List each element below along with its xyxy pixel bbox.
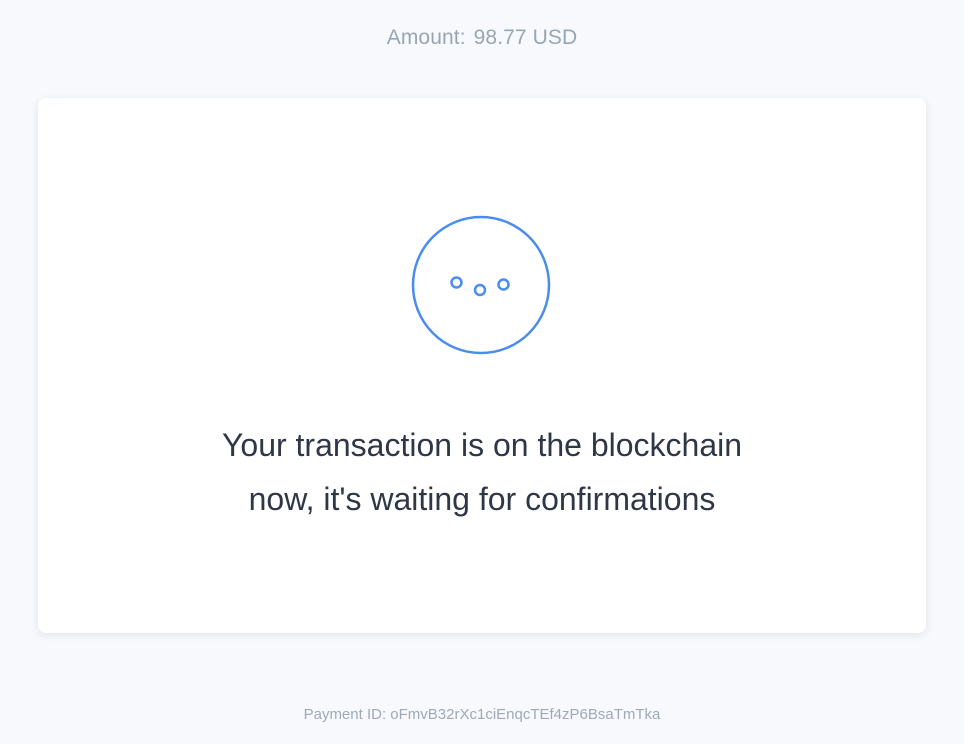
status-message: Your transaction is on the blockchain no… xyxy=(38,418,926,526)
status-dot-right xyxy=(497,278,510,291)
amount-value: 98.77 USD xyxy=(473,26,578,49)
payment-id-value: oFmvB32rXc1ciEnqcTEf4zP6BsaTmTka xyxy=(390,706,661,723)
amount-display: Amount: 98.77 USD xyxy=(0,26,964,50)
payment-id: Payment ID: oFmvB32rXc1ciEnqcTEf4zP6BsaT… xyxy=(0,706,964,723)
status-dot-left xyxy=(450,276,463,289)
status-message-line-2: now, it's waiting for confirmations xyxy=(248,481,716,517)
transaction-status-card: Your transaction is on the blockchain no… xyxy=(38,98,926,633)
waiting-dots-icon xyxy=(411,215,551,355)
status-message-line-1: Your transaction is on the blockchain xyxy=(221,427,743,463)
amount-label: Amount: xyxy=(386,26,466,49)
payment-id-label: Payment ID: xyxy=(303,706,387,723)
status-dot-middle xyxy=(473,283,487,297)
